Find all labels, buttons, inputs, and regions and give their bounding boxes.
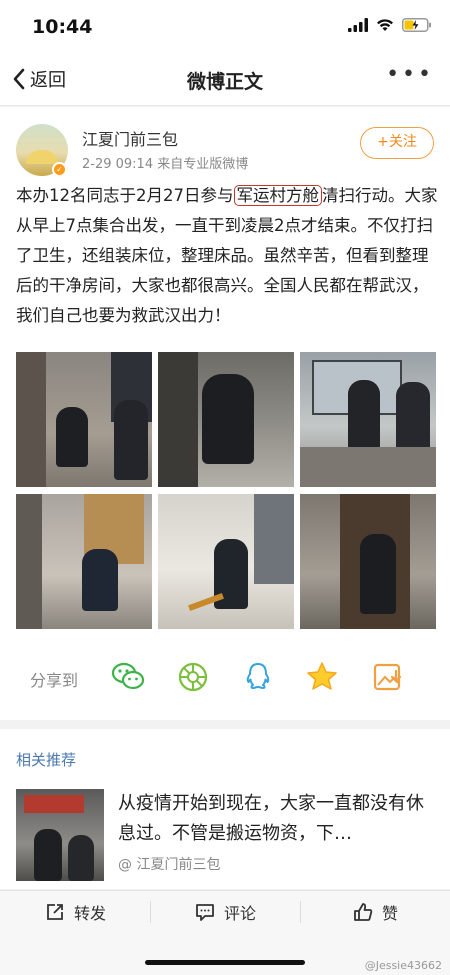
share-row: 分享到 bbox=[0, 647, 450, 707]
nav-bar: 返回 微博正文 ••• bbox=[0, 54, 450, 106]
battery-charging-icon bbox=[402, 18, 431, 32]
comment-label: 评论 bbox=[223, 904, 256, 923]
repost-label: 转发 bbox=[73, 904, 106, 923]
weibo-post: ✓ 江夏门前三包 2-29 09:14 来自专业版微博 +关注 本办12名同志于… bbox=[0, 107, 450, 720]
moments-icon[interactable] bbox=[175, 659, 211, 695]
follow-button[interactable]: +关注 bbox=[360, 127, 434, 159]
qzone-star-icon[interactable] bbox=[304, 659, 340, 695]
related-section: 相关推荐 从疫情开始到现在，大家一直都没有休息过。不管是搬运物资，下… @ 江夏… bbox=[0, 729, 450, 889]
avatar-sun-shape bbox=[26, 150, 58, 164]
watermark: @Jessie43662 bbox=[364, 959, 442, 972]
home-indicator[interactable] bbox=[145, 960, 305, 965]
verified-badge-icon: ✓ bbox=[52, 162, 67, 177]
comment-icon bbox=[196, 904, 214, 921]
post-photo-6[interactable] bbox=[300, 494, 436, 629]
save-image-icon[interactable] bbox=[370, 659, 406, 695]
related-thumbnail[interactable] bbox=[16, 789, 104, 881]
wifi-icon bbox=[377, 19, 393, 31]
wechat-icon[interactable] bbox=[110, 659, 146, 695]
action-bar: 转发 评论 赞 @Jessie43662 bbox=[0, 890, 450, 975]
post-photo-2[interactable] bbox=[158, 352, 294, 487]
related-title: 相关推荐 bbox=[16, 751, 77, 769]
more-options-button[interactable]: ••• bbox=[386, 62, 434, 87]
thumbs-up-icon bbox=[354, 903, 373, 921]
signal-icon bbox=[348, 18, 368, 32]
like-label: 赞 bbox=[381, 904, 398, 923]
status-time: 10:44 bbox=[32, 16, 93, 38]
share-label: 分享到 bbox=[30, 671, 79, 690]
repost-button[interactable]: 转发 bbox=[0, 894, 150, 930]
page-title: 微博正文 bbox=[186, 71, 263, 93]
post-photo-4[interactable] bbox=[16, 494, 152, 629]
post-meta: 2-29 09:14 来自专业版微博 bbox=[82, 157, 249, 172]
post-text: 本办12名同志于2月27日参与 军运村方舱 清扫行动。大家从早上7点集合出发，一直干… bbox=[16, 181, 441, 331]
status-icons bbox=[348, 18, 432, 32]
qq-icon[interactable] bbox=[240, 659, 276, 695]
post-photo-5[interactable] bbox=[158, 494, 294, 629]
related-post-text[interactable]: 从疫情开始到现在，大家一直都没有休息过。不管是搬运物资，下… bbox=[118, 789, 438, 849]
comment-button[interactable]: 评论 bbox=[150, 894, 300, 930]
like-button[interactable]: 赞 bbox=[300, 894, 450, 930]
repost-icon bbox=[47, 904, 63, 920]
post-text-end: 清扫行动。大家从早上7点集合出发，一直干到凌晨2点才结束。不仅打扫了卫生，还组装… bbox=[16, 186, 438, 325]
post-photo-3[interactable] bbox=[300, 352, 436, 487]
status-bar: 10:44 bbox=[0, 0, 450, 54]
post-text-highlight: 军运村方舱 bbox=[233, 185, 322, 206]
user-name[interactable]: 江夏门前三包 bbox=[82, 126, 178, 150]
post-photo-1[interactable] bbox=[16, 352, 152, 487]
related-post-user[interactable]: @ 江夏门前三包 bbox=[118, 854, 220, 874]
post-text-start: 本办12名同志于2月27日参与 bbox=[16, 186, 234, 205]
